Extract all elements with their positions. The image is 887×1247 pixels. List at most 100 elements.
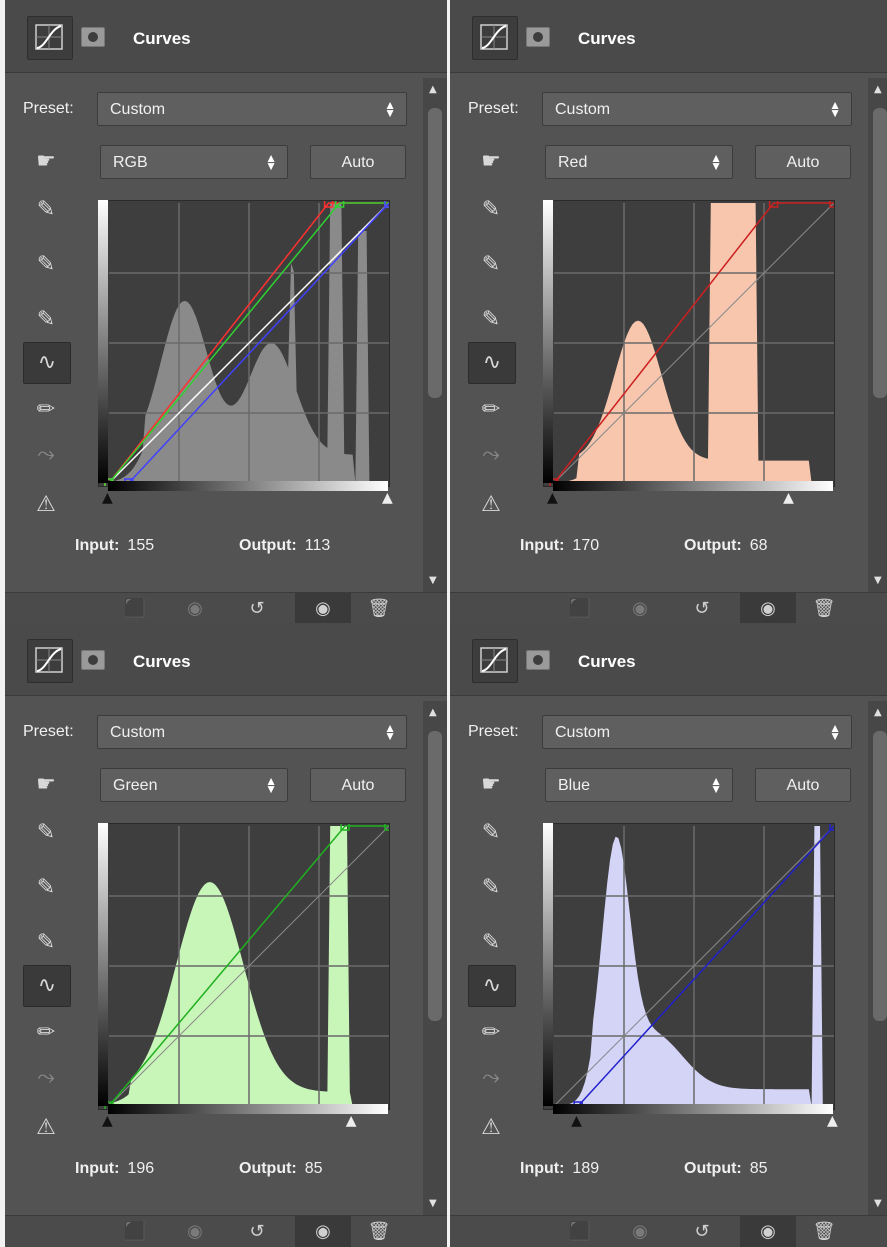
eyedropper-black-icon[interactable]: ✎ [23,190,69,230]
pencil-icon[interactable]: ✏ [468,390,514,430]
curve-graph[interactable] [98,198,394,488]
auto-button[interactable]: Auto [310,145,406,179]
clipping-warning-icon[interactable]: ⚠ [23,485,69,525]
layer-mask-icon[interactable] [526,650,550,670]
curves-adjustment-icon[interactable] [27,639,73,683]
delete-icon[interactable]: 🗑 [806,593,842,624]
white-point-slider[interactable]: ▲ [827,1113,838,1129]
curve-points-icon[interactable]: ∿ [23,342,71,384]
curve-points-icon[interactable]: ∿ [23,965,71,1007]
panel-scrollbar[interactable]: ▲ ▼ [423,78,447,592]
white-point-slider[interactable]: ▲ [346,1113,357,1129]
preset-select[interactable]: Custom ▲ ▼ [542,715,852,749]
eyedropper-gray-icon[interactable]: ✎ [23,868,69,908]
pencil-icon[interactable]: ✏ [23,1013,69,1053]
scroll-down-icon[interactable]: ▼ [429,575,437,586]
channel-select[interactable]: Red ▲ ▼ [545,145,733,179]
visibility-icon[interactable]: ◉ [295,593,351,624]
scroll-thumb[interactable] [428,731,442,1021]
visibility-icon[interactable]: ◉ [740,593,796,624]
eyedropper-white-icon[interactable]: ✎ [468,300,514,340]
curves-adjustment-icon[interactable] [472,16,518,60]
visibility-icon[interactable]: ◉ [295,1216,351,1247]
panel-scrollbar[interactable]: ▲ ▼ [423,701,447,1215]
eyedropper-black-icon[interactable]: ✎ [468,190,514,230]
smooth-icon[interactable]: ⤳ [23,435,69,475]
reset-icon[interactable]: ↺ [239,1216,275,1247]
layer-mask-icon[interactable] [81,650,105,670]
black-point-slider[interactable]: ▲ [547,490,558,506]
smooth-icon[interactable]: ⤳ [23,1058,69,1098]
pencil-icon[interactable]: ✏ [468,1013,514,1053]
on-image-adjust-icon[interactable]: ☛ [468,765,514,805]
delete-icon[interactable]: 🗑 [361,593,397,624]
on-image-adjust-icon[interactable]: ☛ [23,765,69,805]
eyedropper-white-icon[interactable]: ✎ [23,923,69,963]
scroll-thumb[interactable] [428,108,442,398]
eyedropper-white-icon[interactable]: ✎ [468,923,514,963]
eyedropper-gray-icon[interactable]: ✎ [468,245,514,285]
eyedropper-black-icon[interactable]: ✎ [468,813,514,853]
view-previous-icon[interactable]: ◉ [177,1216,213,1247]
channel-select[interactable]: Green ▲ ▼ [100,768,288,802]
scroll-up-icon[interactable]: ▲ [429,707,437,718]
preset-select[interactable]: Custom ▲ ▼ [97,92,407,126]
eyedropper-gray-icon[interactable]: ✎ [468,868,514,908]
curve-points-icon[interactable]: ∿ [468,342,516,384]
scroll-down-icon[interactable]: ▼ [874,1198,882,1209]
curves-adjustment-icon[interactable] [472,639,518,683]
curve-graph[interactable] [98,821,394,1111]
panel-scrollbar[interactable]: ▲ ▼ [868,78,887,592]
clip-to-layer-icon[interactable]: ⬛ [562,1216,598,1247]
curve-graph[interactable] [543,198,839,488]
scroll-up-icon[interactable]: ▲ [874,84,882,95]
eyedropper-gray-icon[interactable]: ✎ [23,245,69,285]
auto-button[interactable]: Auto [755,145,851,179]
view-previous-icon[interactable]: ◉ [622,1216,658,1247]
panel-scrollbar[interactable]: ▲ ▼ [868,701,887,1215]
curve-graph[interactable] [543,821,839,1111]
auto-button[interactable]: Auto [755,768,851,802]
on-image-adjust-icon[interactable]: ☛ [468,142,514,182]
clip-to-layer-icon[interactable]: ⬛ [117,593,153,624]
on-image-adjust-icon[interactable]: ☛ [23,142,69,182]
black-point-slider[interactable]: ▲ [102,490,113,506]
channel-select[interactable]: Blue ▲ ▼ [545,768,733,802]
clipping-warning-icon[interactable]: ⚠ [468,485,514,525]
scroll-down-icon[interactable]: ▼ [429,1198,437,1209]
preset-select[interactable]: Custom ▲ ▼ [542,92,852,126]
reset-icon[interactable]: ↺ [684,1216,720,1247]
view-previous-icon[interactable]: ◉ [177,593,213,624]
auto-button[interactable]: Auto [310,768,406,802]
clipping-warning-icon[interactable]: ⚠ [23,1108,69,1148]
curve-points-icon[interactable]: ∿ [468,965,516,1007]
black-point-slider[interactable]: ▲ [571,1113,582,1129]
reset-icon[interactable]: ↺ [239,593,275,624]
channel-select[interactable]: RGB ▲ ▼ [100,145,288,179]
scroll-thumb[interactable] [873,731,887,1021]
scroll-up-icon[interactable]: ▲ [874,707,882,718]
eyedropper-white-icon[interactable]: ✎ [23,300,69,340]
pencil-icon[interactable]: ✏ [23,390,69,430]
delete-icon[interactable]: 🗑 [806,1216,842,1247]
eyedropper-black-icon[interactable]: ✎ [23,813,69,853]
clip-to-layer-icon[interactable]: ⬛ [562,593,598,624]
visibility-icon[interactable]: ◉ [740,1216,796,1247]
scroll-thumb[interactable] [873,108,887,398]
view-previous-icon[interactable]: ◉ [622,593,658,624]
white-point-slider[interactable]: ▲ [382,490,393,506]
black-point-slider[interactable]: ▲ [102,1113,113,1129]
clipping-warning-icon[interactable]: ⚠ [468,1108,514,1148]
reset-icon[interactable]: ↺ [684,593,720,624]
clip-to-layer-icon[interactable]: ⬛ [117,1216,153,1247]
delete-icon[interactable]: 🗑 [361,1216,397,1247]
scroll-up-icon[interactable]: ▲ [429,84,437,95]
smooth-icon[interactable]: ⤳ [468,1058,514,1098]
layer-mask-icon[interactable] [526,27,550,47]
layer-mask-icon[interactable] [81,27,105,47]
scroll-down-icon[interactable]: ▼ [874,575,882,586]
smooth-icon[interactable]: ⤳ [468,435,514,475]
curves-adjustment-icon[interactable] [27,16,73,60]
preset-select[interactable]: Custom ▲ ▼ [97,715,407,749]
white-point-slider[interactable]: ▲ [783,490,794,506]
